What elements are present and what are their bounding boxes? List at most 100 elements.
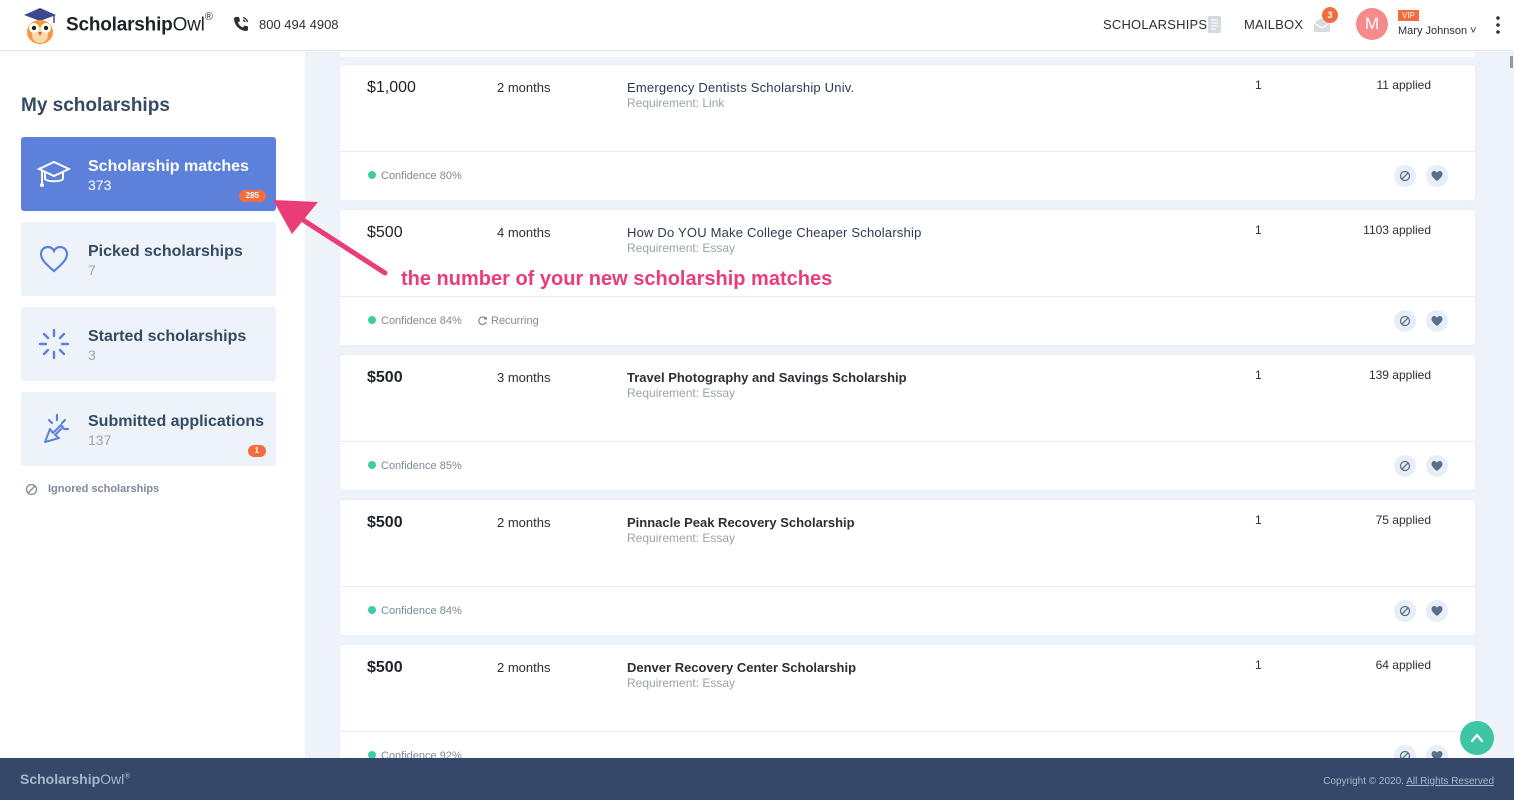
- nav-scholarships-link[interactable]: SCHOLARSHIPS: [1103, 17, 1207, 32]
- ignore-icon: [1399, 315, 1411, 327]
- sidebar-item-picked-scholarships[interactable]: Picked scholarships 7: [21, 222, 276, 296]
- ignore-button[interactable]: [1394, 600, 1416, 622]
- divider: [340, 586, 1475, 587]
- scholarship-name[interactable]: How Do YOU Make College Cheaper Scholars…: [627, 225, 922, 240]
- chevron-up-icon: [1470, 733, 1484, 743]
- favorite-button[interactable]: [1426, 165, 1448, 187]
- scholarship-card[interactable]: $500 2 months Denver Recovery Center Sch…: [340, 645, 1475, 758]
- annotation-arrow-icon: [273, 200, 388, 276]
- scholarship-amount: $500: [367, 514, 403, 531]
- favorite-button[interactable]: [1426, 455, 1448, 477]
- new-matches-badge: 285: [238, 190, 266, 202]
- phone-icon: [234, 16, 249, 31]
- sidebar: My scholarships Scholarship matches 373 …: [0, 52, 305, 758]
- favorite-button[interactable]: [1426, 600, 1448, 622]
- scroll-to-top-button[interactable]: [1460, 721, 1494, 755]
- ignore-icon: [1399, 605, 1411, 617]
- rights-link[interactable]: All Rights Reserved: [1406, 776, 1494, 787]
- favorite-button[interactable]: [1426, 310, 1448, 332]
- spinner-icon: [38, 328, 70, 360]
- owl-logo-icon[interactable]: [20, 6, 60, 46]
- sidebar-title: My scholarships: [21, 95, 170, 116]
- ignore-icon: [1399, 170, 1411, 182]
- scholarship-name[interactable]: Emergency Dentists Scholarship Univ.: [627, 80, 854, 95]
- footer-brand: ScholarshipOwl®: [20, 771, 130, 787]
- confidence-dot: [368, 751, 376, 758]
- applied-count: 11 applied: [1376, 78, 1432, 92]
- scholarship-amount: $500: [367, 369, 403, 386]
- ignore-button[interactable]: [1394, 455, 1416, 477]
- confidence-dot: [368, 316, 376, 324]
- brand-name[interactable]: ScholarshipOwl®: [66, 11, 213, 36]
- sidebar-item-label: Submitted applications: [88, 413, 265, 430]
- sidebar-item-count: 373: [88, 177, 112, 193]
- scholarship-name[interactable]: Pinnacle Peak Recovery Scholarship: [627, 515, 855, 530]
- user-menu[interactable]: Mary Johnson ˅: [1398, 25, 1477, 37]
- avatar[interactable]: M: [1356, 8, 1388, 40]
- mail-count-badge: 3: [1322, 7, 1338, 23]
- footer-brand-light: Owl: [100, 771, 125, 787]
- sidebar-item-submitted-applications[interactable]: Submitted applications 137 1: [21, 392, 276, 466]
- scholarship-requirement: Requirement: Essay: [627, 531, 736, 545]
- nav-mailbox-link[interactable]: MAILBOX: [1244, 17, 1303, 32]
- confidence-dot: [368, 461, 376, 469]
- confidence-label: Confidence 85%: [381, 460, 462, 472]
- scholarship-deadline: 2 months: [497, 80, 551, 95]
- confidence-label: Confidence 84%: [381, 605, 462, 617]
- heart-icon: [39, 245, 69, 273]
- cursor-click-icon: [44, 413, 70, 443]
- annotation-text: the number of your new scholarship match…: [401, 268, 833, 290]
- copyright-text: Copyright © 2020.: [1323, 776, 1404, 787]
- recurring-icon: [478, 316, 487, 326]
- scholarship-deadline: 4 months: [497, 225, 551, 240]
- heart-icon: [1431, 751, 1443, 758]
- ignore-icon: [25, 483, 38, 496]
- graduation-cap-icon: [37, 160, 71, 187]
- vip-badge: VIP: [1398, 10, 1419, 21]
- footer-brand-bold: Scholarship: [20, 771, 101, 787]
- scholarship-requirement: Requirement: Essay: [627, 241, 736, 255]
- sidebar-item-scholarship-matches[interactable]: Scholarship matches 373 285: [21, 137, 276, 211]
- scholarship-card[interactable]: $500 3 months Travel Photography and Sav…: [340, 355, 1475, 490]
- footer: ScholarshipOwl® Copyright © 2020. All Ri…: [0, 758, 1514, 800]
- more-menu-icon[interactable]: [1492, 14, 1504, 36]
- ignore-icon: [1399, 460, 1411, 472]
- applied-count: 75 applied: [1375, 513, 1431, 527]
- scholarship-card[interactable]: $1,000 2 months Emergency Dentists Schol…: [340, 65, 1475, 200]
- sidebar-item-label: Picked scholarships: [88, 243, 243, 260]
- scholarship-number: 1: [1255, 658, 1262, 672]
- divider: [340, 151, 1475, 152]
- heart-icon: [1431, 606, 1443, 616]
- scholarship-name[interactable]: Travel Photography and Savings Scholarsh…: [627, 370, 907, 385]
- submitted-badge: 1: [247, 445, 266, 457]
- previous-card-edge: [340, 52, 1475, 57]
- sidebar-item-count: 3: [88, 347, 96, 363]
- ignore-button[interactable]: [1394, 310, 1416, 332]
- brand-mark: ®: [204, 11, 213, 23]
- scholarship-number: 1: [1255, 78, 1262, 92]
- confidence-label: Confidence 92%: [381, 750, 462, 758]
- sidebar-item-label: Scholarship matches: [88, 158, 249, 175]
- scholarship-name[interactable]: Denver Recovery Center Scholarship: [627, 660, 856, 675]
- scholarship-number: 1: [1255, 513, 1262, 527]
- confidence-label: Confidence 80%: [381, 170, 462, 182]
- heart-icon: [1431, 461, 1443, 471]
- scholarship-number: 1: [1255, 368, 1262, 382]
- confidence-dot: [368, 606, 376, 614]
- scholarship-requirement: Requirement: Essay: [627, 386, 736, 400]
- document-icon[interactable]: [1207, 15, 1222, 34]
- sidebar-item-started-scholarships[interactable]: Started scholarships 3: [21, 307, 276, 381]
- brand-light: Owl: [172, 14, 205, 36]
- sidebar-item-label: Started scholarships: [88, 328, 247, 345]
- favorite-button[interactable]: [1426, 745, 1448, 758]
- ignore-button[interactable]: [1394, 745, 1416, 758]
- scholarship-number: 1: [1255, 223, 1262, 237]
- scholarship-card[interactable]: $500 2 months Pinnacle Peak Recovery Sch…: [340, 500, 1475, 635]
- heart-icon: [1431, 316, 1443, 326]
- phone-number[interactable]: 800 494 4908: [259, 17, 339, 32]
- divider: [340, 731, 1475, 732]
- ignored-scholarships-link[interactable]: Ignored scholarships: [48, 483, 159, 495]
- scrollbar-thumb[interactable]: [1510, 56, 1513, 68]
- ignore-button[interactable]: [1394, 165, 1416, 187]
- footer-copyright: Copyright © 2020. All Rights Reserved: [1323, 776, 1494, 787]
